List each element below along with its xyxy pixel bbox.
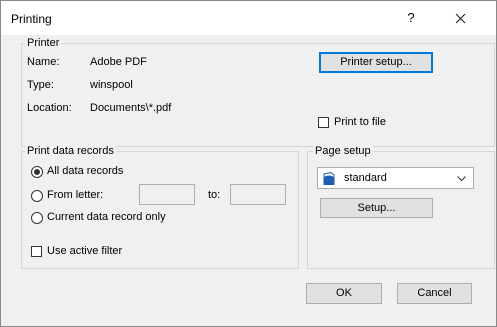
printer-legend: Printer — [25, 37, 62, 49]
page-setup-select[interactable]: standard — [317, 167, 474, 189]
print-data-records-legend: Print data records — [25, 145, 116, 157]
printer-name-value: Adobe PDF — [90, 56, 147, 68]
cancel-button[interactable]: Cancel — [397, 283, 472, 304]
current-record-only-label: Current data record only — [47, 211, 166, 223]
chevron-down-icon — [457, 176, 466, 182]
title-bar: Printing ? — [1, 1, 496, 35]
from-letter-input[interactable] — [139, 184, 195, 205]
ok-button[interactable]: OK — [306, 283, 382, 304]
radio-all-data-records[interactable] — [31, 166, 43, 178]
printer-type-label: Type: — [27, 79, 54, 91]
page-setup-legend: Page setup — [313, 145, 373, 157]
printer-type-value: winspool — [90, 79, 133, 91]
help-button[interactable]: ? — [394, 6, 428, 30]
page-setup-button[interactable]: Setup... — [320, 198, 433, 218]
dialog-title: Printing — [11, 12, 52, 26]
radio-current-record-only[interactable] — [31, 212, 43, 224]
page-icon — [323, 172, 335, 185]
printing-dialog: Printing ? Printer Name: Adobe PDF Type:… — [0, 0, 497, 327]
printer-name-label: Name: — [27, 56, 60, 68]
radio-selected-dot — [34, 169, 40, 175]
use-active-filter-checkbox[interactable] — [31, 246, 42, 257]
close-icon — [455, 13, 465, 24]
page-setup-selected: standard — [344, 172, 387, 184]
all-data-records-label: All data records — [47, 165, 124, 177]
print-to-file-checkbox[interactable] — [318, 117, 329, 128]
use-active-filter-label: Use active filter — [47, 245, 123, 257]
print-to-file-label: Print to file — [334, 116, 386, 128]
printer-location-label: Location: — [27, 102, 72, 114]
printer-setup-button[interactable]: Printer setup... — [319, 52, 433, 73]
to-label: to: — [208, 189, 221, 201]
close-button[interactable] — [443, 6, 477, 30]
radio-from-letter[interactable] — [31, 190, 43, 202]
from-letter-label: From letter: — [47, 189, 104, 201]
to-letter-input[interactable] — [230, 184, 286, 205]
printer-location-value: Documents\*.pdf — [90, 102, 172, 114]
